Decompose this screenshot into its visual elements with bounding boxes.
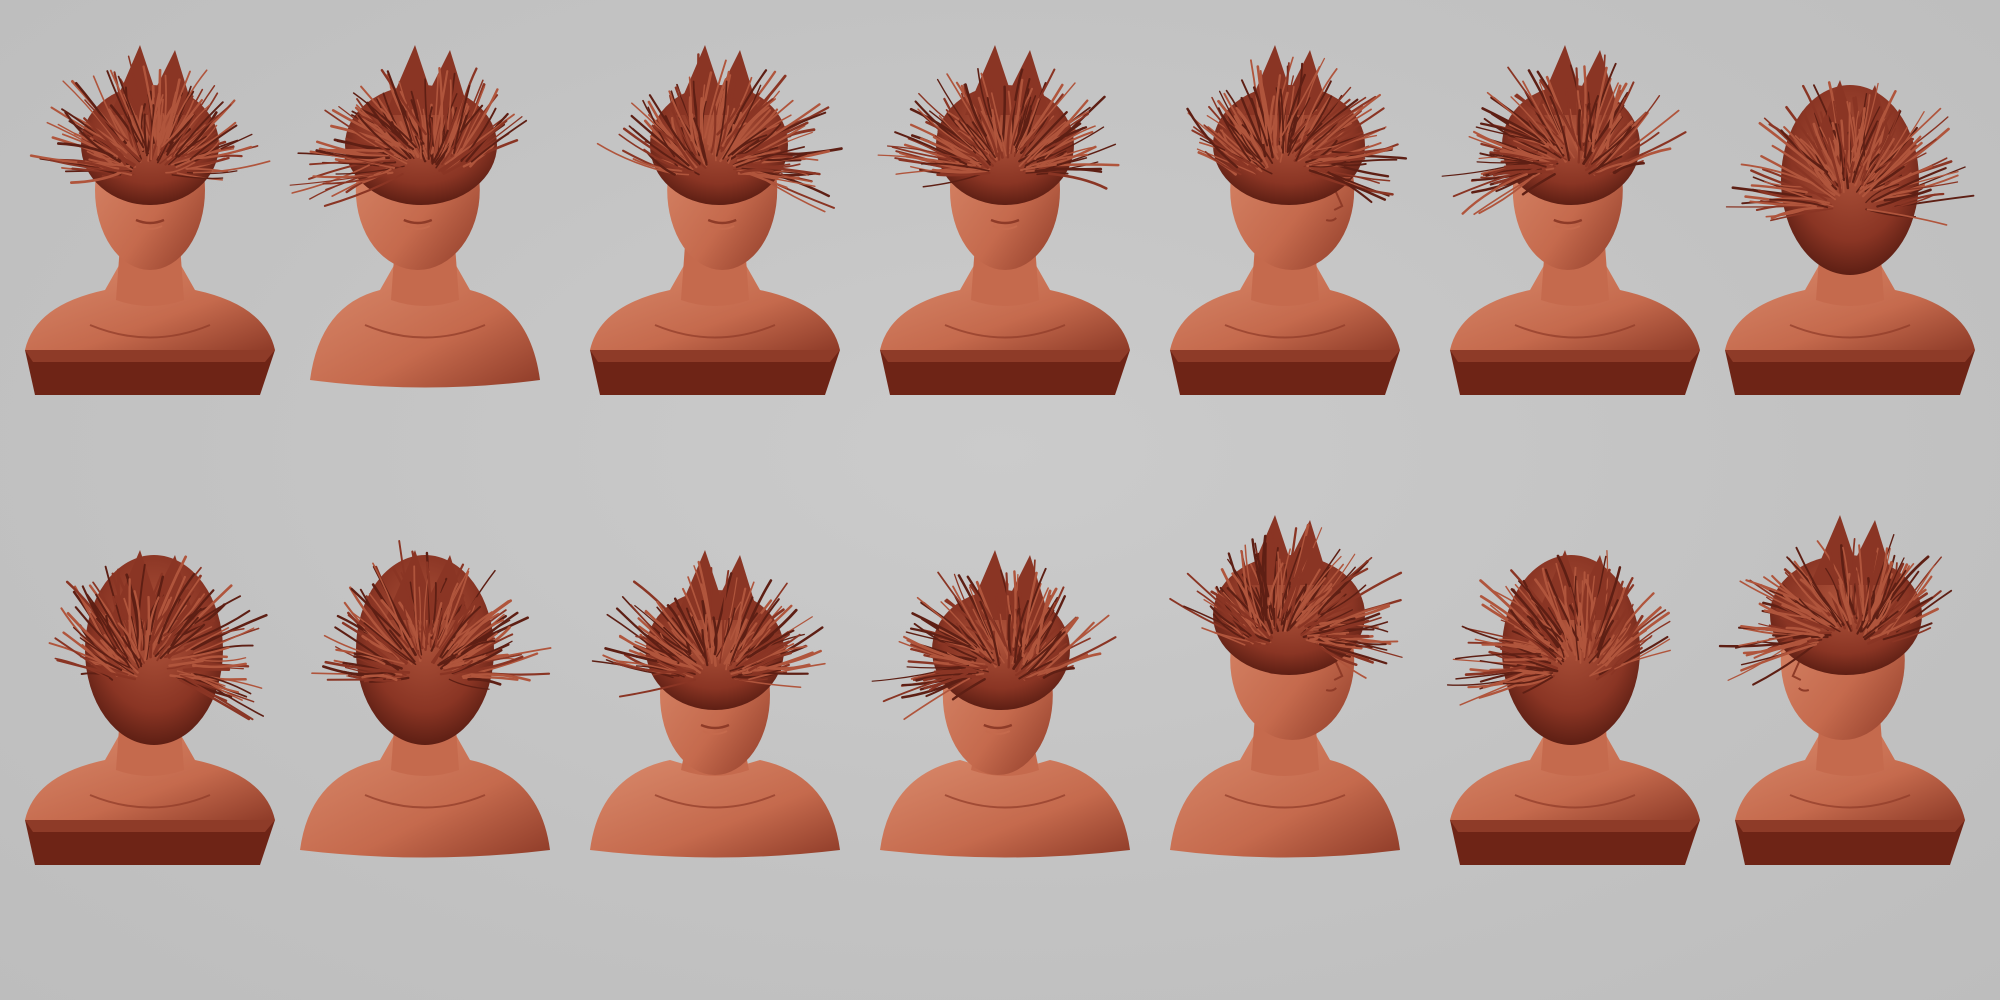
clay-bust-profile-right-tilt	[1160, 515, 1410, 900]
clay-bust-front-tilt	[25, 45, 275, 430]
clay-bust-back-three-quarter	[1725, 50, 1975, 430]
clay-bust-front	[877, 45, 1130, 430]
clay-bust-three-quarter-left	[1441, 45, 1700, 430]
clay-bust-side-left-down	[289, 45, 550, 430]
clay-bust-profile-right	[1160, 45, 1410, 430]
clay-bust-three-quarter-right	[590, 45, 843, 430]
clay-bust-back-left	[1446, 520, 1700, 900]
turnaround-sheet	[0, 0, 2000, 1000]
clay-bust-top-down-front	[590, 520, 840, 900]
clay-bust-back	[300, 520, 552, 900]
clay-bust-top-down-left	[871, 520, 1130, 900]
clay-bust-back-right	[25, 520, 275, 900]
clay-bust-profile-left	[1718, 515, 1975, 900]
